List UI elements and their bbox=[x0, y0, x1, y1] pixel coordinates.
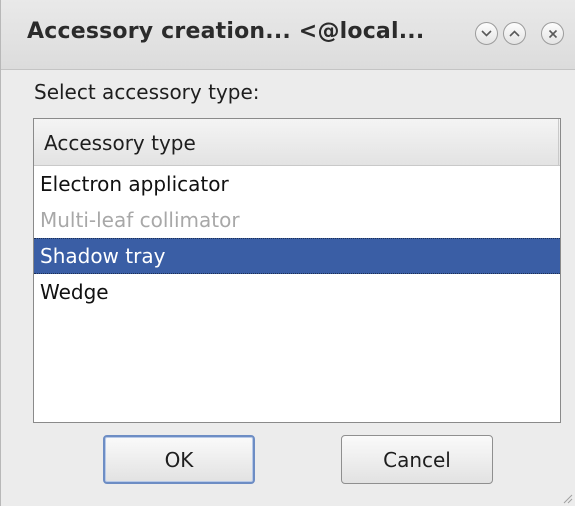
column-header-accessory-type[interactable]: Accessory type bbox=[34, 119, 559, 165]
maximize-button[interactable] bbox=[503, 22, 526, 45]
chevron-up-icon bbox=[509, 30, 520, 37]
list-item-shadow-tray[interactable]: Shadow tray bbox=[34, 238, 560, 274]
list-item-label: Wedge bbox=[40, 280, 109, 304]
dialog-window: Accessory creation... <@local... Select … bbox=[0, 0, 575, 506]
minimize-button[interactable] bbox=[475, 22, 498, 45]
prompt-label: Select accessory type: bbox=[34, 80, 260, 104]
list-item-label: Multi-leaf collimator bbox=[40, 208, 240, 232]
resize-grip-icon[interactable] bbox=[561, 492, 573, 504]
window-title: Accessory creation... <@local... bbox=[27, 19, 425, 44]
ok-button[interactable]: OK bbox=[103, 435, 255, 484]
list-item-multi-leaf-collimator: Multi-leaf collimator bbox=[34, 202, 560, 238]
cancel-button[interactable]: Cancel bbox=[341, 435, 493, 484]
list-item-label: Electron applicator bbox=[40, 172, 229, 196]
column-header-label: Accessory type bbox=[44, 131, 196, 155]
list-rows: Electron applicator Multi-leaf collimato… bbox=[34, 166, 560, 310]
list-header: Accessory type bbox=[34, 119, 560, 166]
close-icon bbox=[548, 29, 557, 38]
chevron-down-icon bbox=[481, 30, 492, 37]
title-bar[interactable]: Accessory creation... <@local... bbox=[1, 0, 575, 70]
close-button[interactable] bbox=[541, 22, 564, 45]
list-item-wedge[interactable]: Wedge bbox=[34, 274, 560, 310]
accessory-type-list[interactable]: Accessory type Electron applicator Multi… bbox=[33, 118, 561, 423]
list-item-label: Shadow tray bbox=[40, 244, 166, 268]
list-item-electron-applicator[interactable]: Electron applicator bbox=[34, 166, 560, 202]
